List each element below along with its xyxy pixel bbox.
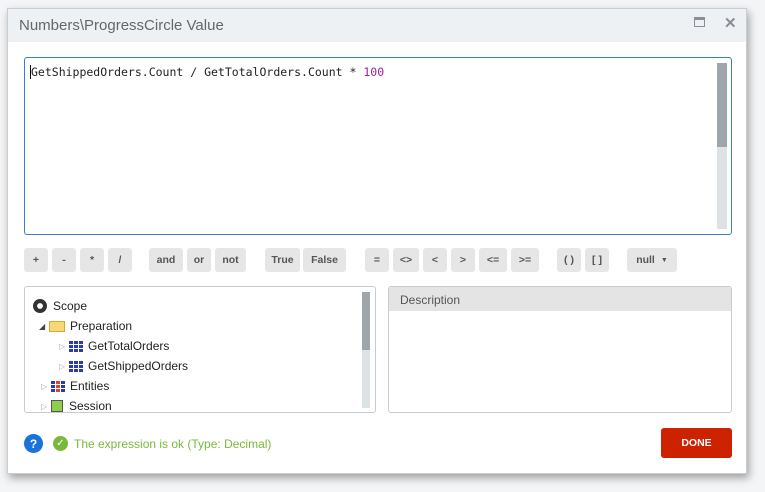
tree-item-preparation[interactable]: ◢ Preparation [39,317,132,335]
folder-icon [49,320,65,332]
validation-status: The expression is ok (Type: Decimal) [74,437,272,451]
tree-item-gettotalorders[interactable]: ▷ GetTotalOrders [59,337,169,355]
less-equal-button[interactable]: <= [479,248,507,272]
dialog-header: Numbers\ProgressCircle Value ✕ [8,9,746,42]
and-button[interactable]: and [149,248,183,272]
not-button[interactable]: not [215,248,246,272]
tree-label: GetTotalOrders [88,339,170,353]
false-button[interactable]: False [303,248,346,272]
done-button[interactable]: DONE [661,428,732,458]
scope-icon [33,299,47,313]
true-button[interactable]: True [265,248,300,272]
collapsed-arrow-icon[interactable]: ▷ [41,402,51,411]
description-header: Description [389,287,731,311]
maximize-icon[interactable] [694,14,705,31]
equals-button[interactable]: = [365,248,389,272]
aggregate-icon [69,360,83,372]
plus-button[interactable]: + [24,248,48,272]
aggregate-icon [69,340,83,352]
editor-scrollbar[interactable] [717,63,727,229]
expression-input[interactable]: GetShippedOrders.Count / GetTotalOrders.… [24,57,732,235]
tree-label: Session [69,399,112,413]
description-panel: Description [388,286,732,413]
session-icon [51,400,63,412]
check-icon: ✓ [53,436,68,451]
expression-text: GetShippedOrders.Count / GetTotalOrders.… [31,65,364,79]
brackets-button[interactable]: [ ] [585,248,609,272]
or-button[interactable]: or [187,248,211,272]
tree-label: GetShippedOrders [88,359,189,373]
tree-item-scope[interactable]: Scope [33,297,87,315]
tree-label: Scope [53,299,88,313]
tree-item-session[interactable]: ▷ Session [41,397,112,413]
entities-icon [51,380,65,392]
not-equals-button[interactable]: <> [393,248,419,272]
parentheses-button[interactable]: ( ) [557,248,581,272]
less-than-button[interactable]: < [423,248,447,272]
divide-button[interactable]: / [108,248,132,272]
help-icon[interactable]: ? [24,434,43,453]
expression-editor-dialog: Numbers\ProgressCircle Value ✕ GetShippe… [7,8,747,474]
collapsed-arrow-icon[interactable]: ▷ [59,362,69,371]
greater-equal-button[interactable]: >= [511,248,539,272]
collapsed-arrow-icon[interactable]: ▷ [59,342,69,351]
tree-item-entities[interactable]: ▷ Entities [41,377,109,395]
null-label: null [636,254,655,266]
collapsed-arrow-icon[interactable]: ▷ [41,382,51,391]
expression-number: 100 [363,65,385,79]
tree-label: Entities [70,379,110,393]
null-dropdown[interactable]: null ▼ [627,248,677,272]
chevron-down-icon: ▼ [660,256,668,264]
tree-scrollbar[interactable] [362,292,370,408]
minus-button[interactable]: - [52,248,76,272]
scope-tree: Scope ◢ Preparation ▷ GetTotalOrders ▷ G… [24,286,376,413]
greater-than-button[interactable]: > [451,248,475,272]
tree-item-getshippedorders[interactable]: ▷ GetShippedOrders [59,357,188,375]
multiply-button[interactable]: * [80,248,104,272]
close-icon[interactable]: ✕ [724,14,737,32]
tree-label: Preparation [70,319,133,333]
dialog-title: Numbers\ProgressCircle Value [19,17,224,34]
expanded-arrow-icon[interactable]: ◢ [39,322,49,331]
